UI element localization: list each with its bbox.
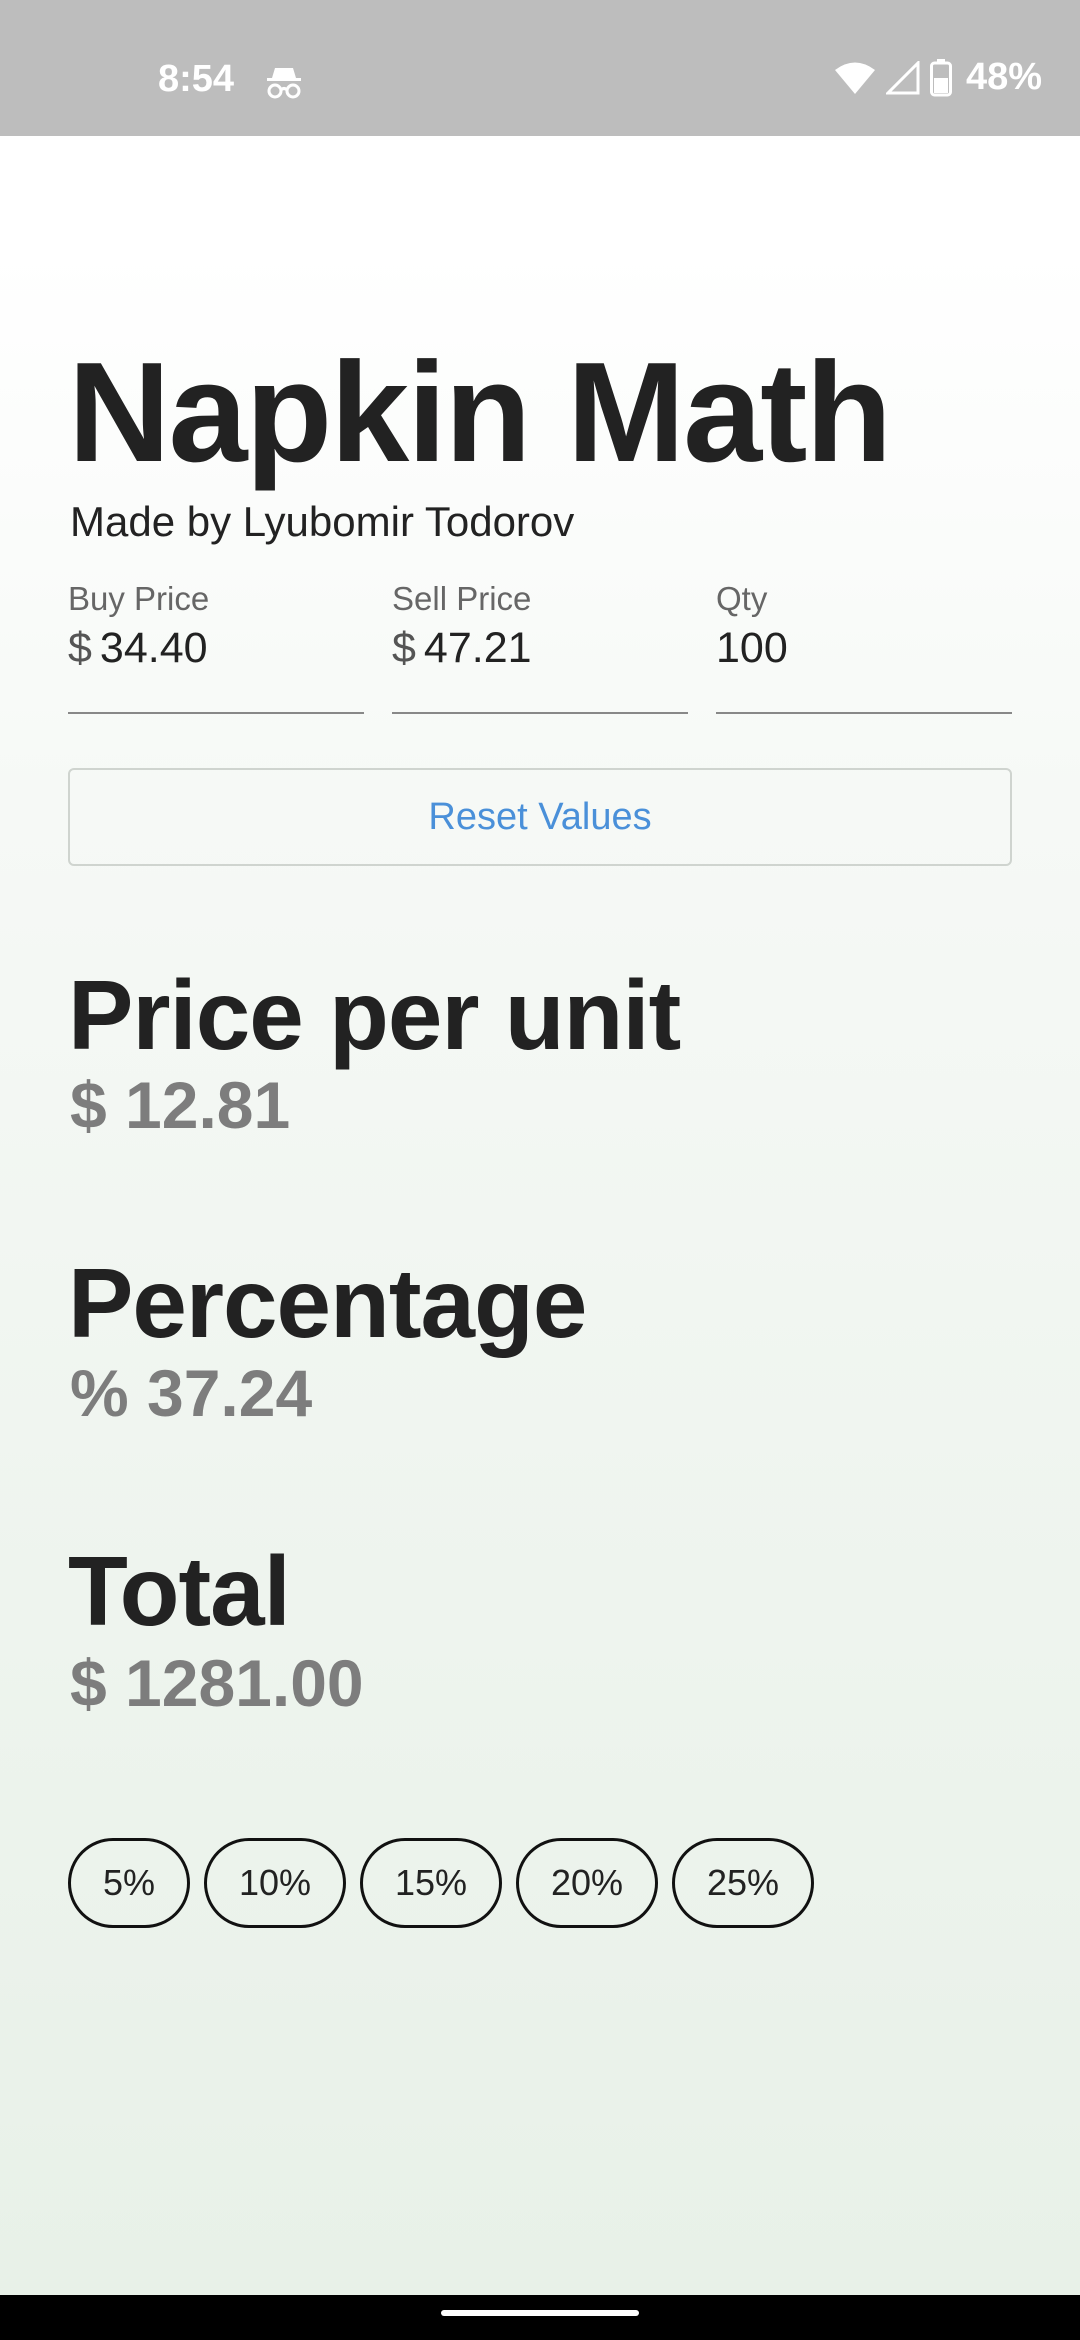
chip-5-percent[interactable]: 5% <box>68 1838 190 1928</box>
currency-prefix: $ <box>68 624 92 672</box>
sell-price-label: Sell Price <box>392 580 532 617</box>
battery-percent: 48% <box>965 56 1042 98</box>
sell-price-input[interactable]: $47.21 <box>392 624 532 673</box>
qty-label: Qty <box>716 580 768 617</box>
price-per-unit-heading: Price per unit <box>68 960 681 1070</box>
status-bar: 8:54 48% <box>0 0 1080 136</box>
status-icons: 48% <box>834 56 1042 99</box>
buy-price-label: Buy Price <box>68 580 210 617</box>
qty-field[interactable]: Qty 100 <box>716 580 1012 714</box>
chip-15-percent[interactable]: 15% <box>360 1838 502 1928</box>
qty-input[interactable]: 100 <box>716 624 788 673</box>
chip-20-percent[interactable]: 20% <box>516 1838 658 1928</box>
sell-price-field[interactable]: Sell Price $47.21 <box>392 580 688 714</box>
navigation-bar <box>0 2295 1080 2340</box>
sell-price-value: 47.21 <box>423 624 532 672</box>
price-per-unit-value: $ 12.81 <box>70 1068 291 1142</box>
status-time: 8:54 <box>158 58 235 100</box>
battery-icon <box>929 58 952 97</box>
buy-price-value: 34.40 <box>99 624 208 672</box>
total-heading: Total <box>68 1536 291 1646</box>
percentage-value: % 37.24 <box>70 1356 313 1430</box>
percentage-chips: 5% 10% 15% 20% 25% <box>68 1838 814 1928</box>
home-handle[interactable] <box>441 2310 639 2316</box>
chip-10-percent[interactable]: 10% <box>204 1838 346 1928</box>
wifi-icon <box>834 61 876 95</box>
buy-price-field[interactable]: Buy Price $34.40 <box>68 580 364 714</box>
chip-25-percent[interactable]: 25% <box>672 1838 814 1928</box>
buy-price-input[interactable]: $34.40 <box>68 624 208 673</box>
app-title: Napkin Math <box>68 333 892 492</box>
total-value: $ 1281.00 <box>70 1646 364 1720</box>
currency-prefix: $ <box>392 624 416 672</box>
incognito-icon <box>264 62 304 102</box>
reset-values-button[interactable]: Reset Values <box>68 768 1012 866</box>
percentage-heading: Percentage <box>68 1248 587 1358</box>
app-subtitle: Made by Lyubomir Todorov <box>70 498 575 545</box>
signal-icon <box>885 60 920 95</box>
